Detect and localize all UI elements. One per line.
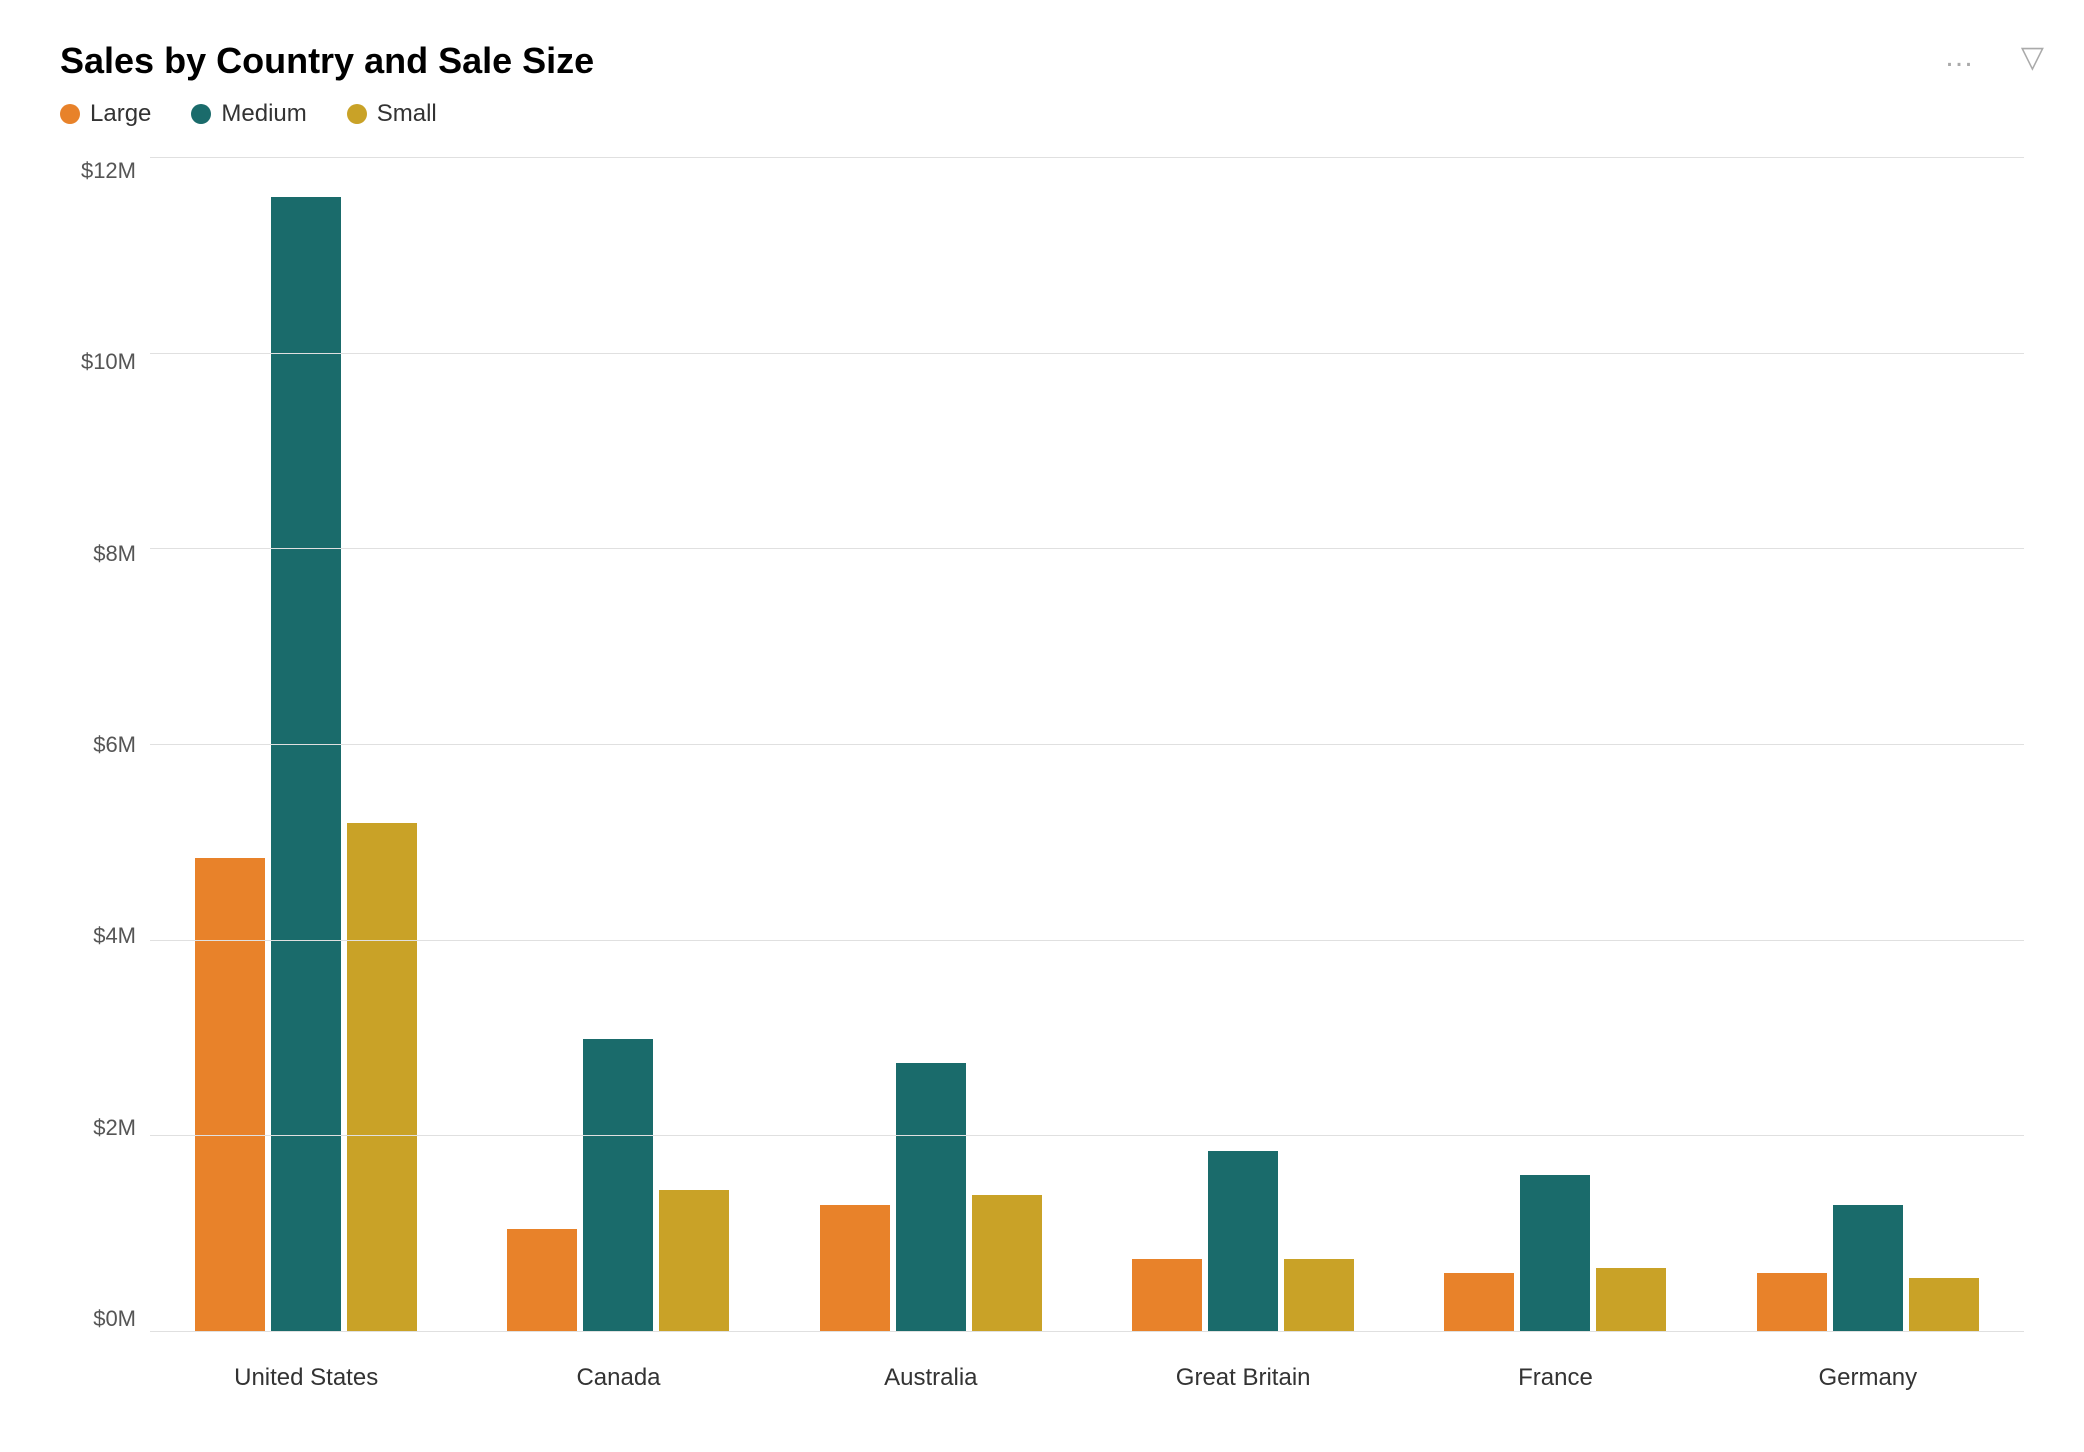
bar-small: [347, 823, 417, 1332]
gridline: [150, 157, 2024, 158]
y-axis-label: $12M: [60, 158, 150, 184]
ellipsis-icon[interactable]: …: [1944, 40, 1974, 74]
x-axis-label: United States: [150, 1352, 462, 1392]
y-axis-label: $2M: [60, 1115, 150, 1141]
chart-area: $0M $2M $4M $6M $8M $10M $12M United StatesCan…: [60, 158, 2024, 1392]
bar-large: [507, 1229, 577, 1332]
country-group: [1087, 158, 1399, 1332]
bars-row: [1444, 158, 1666, 1332]
chart-container: Sales by Country and Sale Size Large Med…: [0, 0, 2084, 1452]
filter-icon[interactable]: ▽: [2021, 40, 2044, 75]
countries-row: [150, 158, 2024, 1332]
bars-row: [195, 158, 417, 1332]
bar-small: [1909, 1278, 1979, 1332]
bar-small: [1284, 1259, 1354, 1332]
bar-medium: [1520, 1175, 1590, 1332]
bar-medium: [583, 1039, 653, 1333]
y-axis-label: $6M: [60, 732, 150, 758]
country-group: [775, 158, 1087, 1332]
bar-small: [659, 1190, 729, 1332]
country-group: [462, 158, 774, 1332]
y-axis-label: $0M: [60, 1306, 150, 1332]
bar-large: [1132, 1259, 1202, 1332]
bar-large: [1444, 1273, 1514, 1332]
y-axis: $0M $2M $4M $6M $8M $10M $12M: [60, 158, 150, 1392]
gridline: [150, 940, 2024, 941]
x-axis-label: Canada: [462, 1352, 774, 1392]
gridline: [150, 744, 2024, 745]
x-axis-label: Germany: [1712, 1352, 2024, 1392]
bar-medium: [896, 1063, 966, 1332]
bar-large: [1757, 1273, 1827, 1332]
country-group: [1712, 158, 2024, 1332]
bars-row: [1757, 158, 1979, 1332]
legend: Large Medium Small: [60, 100, 2024, 128]
bar-large: [195, 858, 265, 1332]
legend-item-small: Small: [347, 100, 437, 128]
plot-area: [150, 158, 2024, 1332]
y-axis-label: $8M: [60, 541, 150, 567]
bar-small: [972, 1195, 1042, 1332]
legend-label-medium: Medium: [221, 100, 306, 128]
country-group: [1399, 158, 1711, 1332]
legend-dot-medium: [191, 104, 211, 124]
gridline: [150, 1135, 2024, 1136]
bars-row: [1132, 158, 1354, 1332]
gridline: [150, 1331, 2024, 1332]
x-axis-label: Australia: [775, 1352, 1087, 1392]
bar-medium: [1208, 1151, 1278, 1332]
bar-medium: [1833, 1205, 1903, 1332]
country-group: [150, 158, 462, 1332]
x-labels-row: United StatesCanadaAustraliaGreat Britai…: [150, 1332, 2024, 1392]
bars-area: United StatesCanadaAustraliaGreat Britai…: [150, 158, 2024, 1392]
legend-label-small: Small: [377, 100, 437, 128]
y-axis-label: $10M: [60, 349, 150, 375]
gridline: [150, 548, 2024, 549]
legend-dot-small: [347, 104, 367, 124]
legend-item-large: Large: [60, 100, 151, 128]
legend-item-medium: Medium: [191, 100, 306, 128]
x-axis-label: Great Britain: [1087, 1352, 1399, 1392]
chart-title: Sales by Country and Sale Size: [60, 40, 2024, 82]
legend-dot-large: [60, 104, 80, 124]
y-axis-label: $4M: [60, 923, 150, 949]
bar-small: [1596, 1268, 1666, 1332]
legend-label-large: Large: [90, 100, 151, 128]
bars-row: [507, 158, 729, 1332]
bars-row: [820, 158, 1042, 1332]
bar-large: [820, 1205, 890, 1332]
gridline: [150, 353, 2024, 354]
bar-medium: [271, 197, 341, 1332]
x-axis-label: France: [1399, 1352, 1711, 1392]
